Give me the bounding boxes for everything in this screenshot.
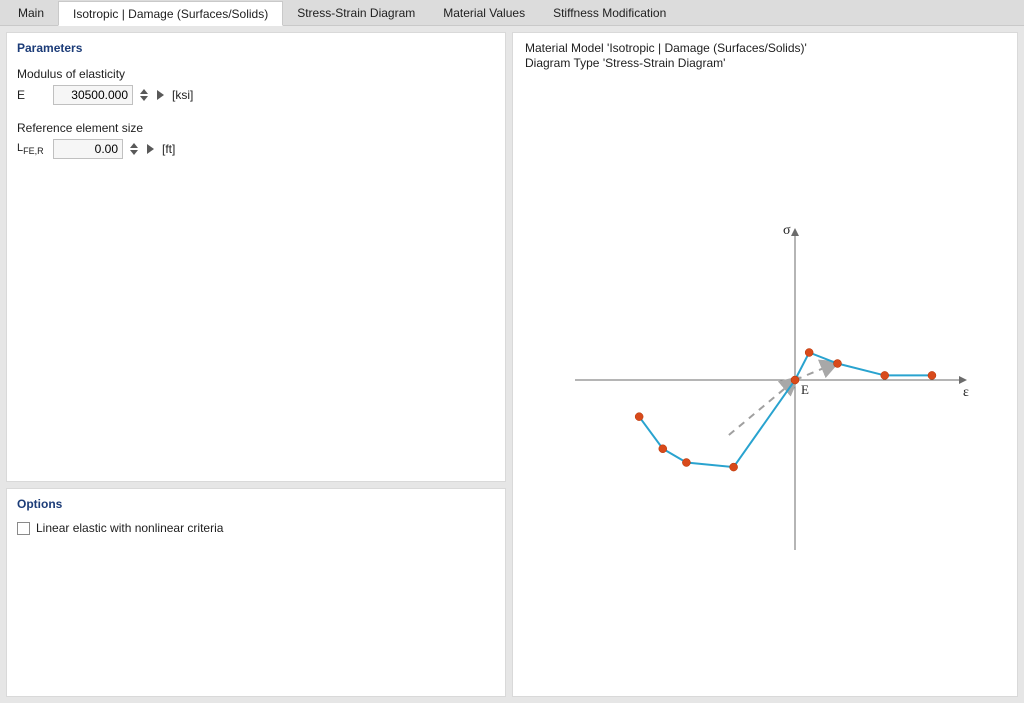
chevron-down-icon[interactable] [140, 96, 148, 101]
modulus-input[interactable] [53, 85, 133, 105]
diagram-caption-2: Diagram Type 'Stress-Strain Diagram' [525, 56, 1005, 71]
modulus-spin[interactable] [139, 85, 149, 105]
linear-nonlinear-label: Linear elastic with nonlinear criteria [36, 521, 223, 535]
modulus-label: Modulus of elasticity [17, 67, 495, 81]
tab-material-values[interactable]: Material Values [429, 0, 539, 25]
stress-strain-chart: σ ε E [555, 170, 975, 590]
options-panel: Options Linear elastic with nonlinear cr… [6, 488, 506, 697]
linear-nonlinear-checkbox[interactable] [17, 522, 30, 535]
tab-main[interactable]: Main [4, 0, 58, 25]
tab-stress-strain[interactable]: Stress-Strain Diagram [283, 0, 429, 25]
refsize-spin[interactable] [129, 139, 139, 159]
tab-stiffness-mod[interactable]: Stiffness Modification [539, 0, 680, 25]
refsize-unit: [ft] [162, 142, 175, 156]
chevron-up-icon[interactable] [130, 143, 138, 148]
parameters-panel: Parameters Modulus of elasticity E [ksi]… [6, 32, 506, 482]
modulus-symbol: E [17, 88, 47, 102]
modulus-unit: [ksi] [172, 88, 193, 102]
refsize-input[interactable] [53, 139, 123, 159]
tab-strip: Main Isotropic | Damage (Surfaces/Solids… [0, 0, 1024, 26]
options-heading: Options [17, 497, 495, 511]
refsize-symbol: LFE,R [17, 142, 47, 156]
refsize-label: Reference element size [17, 121, 495, 135]
chevron-down-icon[interactable] [130, 150, 138, 155]
svg-text:E: E [801, 382, 809, 397]
chevron-up-icon[interactable] [140, 89, 148, 94]
play-icon[interactable] [157, 90, 164, 100]
diagram-panel: Material Model 'Isotropic | Damage (Surf… [512, 32, 1018, 697]
parameters-heading: Parameters [17, 41, 495, 55]
play-icon[interactable] [147, 144, 154, 154]
svg-text:σ: σ [783, 223, 791, 238]
tab-isotropic-damage[interactable]: Isotropic | Damage (Surfaces/Solids) [58, 1, 283, 26]
diagram-caption-1: Material Model 'Isotropic | Damage (Surf… [525, 41, 1005, 56]
svg-text:ε: ε [963, 385, 969, 400]
